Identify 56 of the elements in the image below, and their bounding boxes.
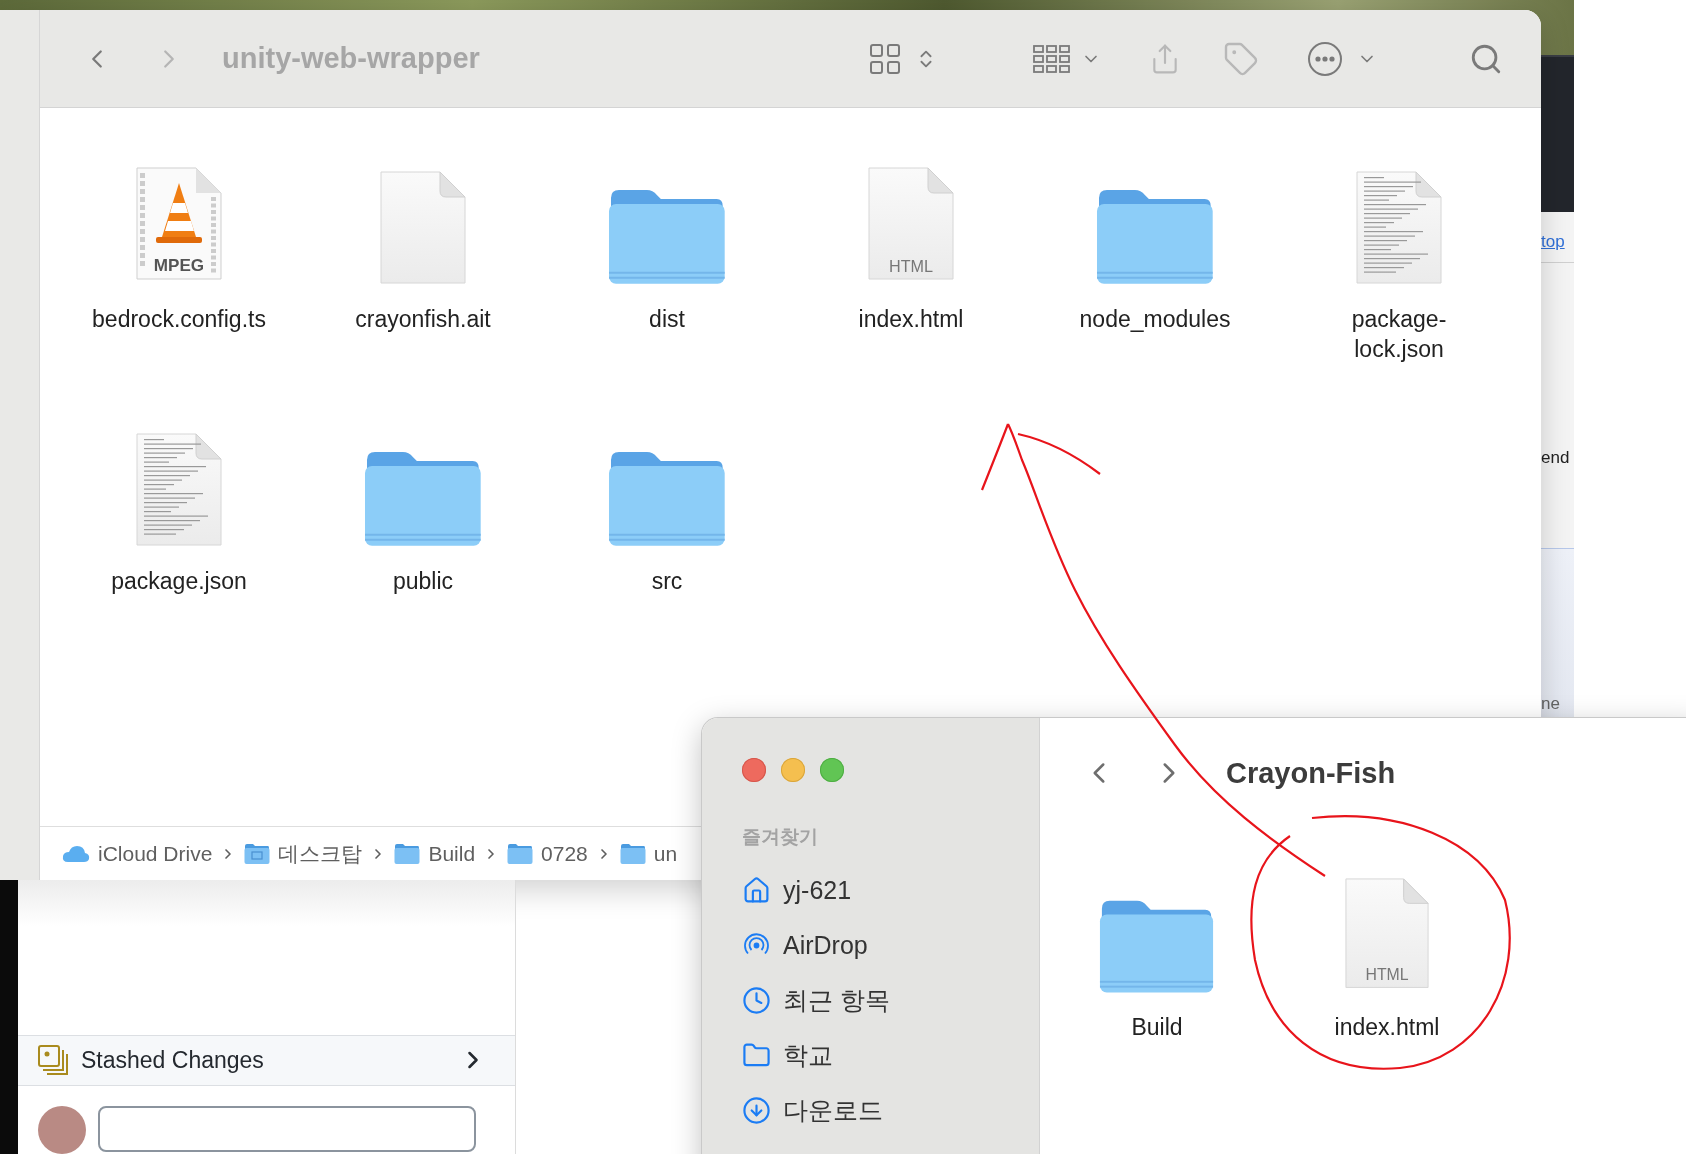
- file-name: bedrock.config.ts: [92, 305, 266, 334]
- avatar: [38, 1106, 86, 1154]
- close-button[interactable]: [742, 758, 766, 782]
- file-name: node_modules: [1079, 305, 1231, 334]
- sidebar-item[interactable]: AirDrop: [742, 918, 1039, 973]
- sidebar-item[interactable]: 다운로드: [742, 1083, 1039, 1138]
- sidebar-item[interactable]: 학교: [742, 1028, 1039, 1083]
- desktop-folder-icon: [244, 842, 271, 865]
- file-name: index.html: [1334, 1013, 1440, 1042]
- folder-icon: [507, 842, 534, 865]
- file-name: public: [392, 566, 454, 596]
- text-fragment: ne: [1541, 694, 1561, 714]
- clock-icon: [742, 986, 771, 1015]
- tag-button[interactable]: [1223, 40, 1259, 77]
- stashed-changes-label: Stashed Changes: [81, 1046, 265, 1074]
- group-icon: [1033, 44, 1071, 73]
- sidebar-item[interactable]: yj-621: [742, 863, 1039, 918]
- file-type-label: HTML: [1364, 966, 1410, 984]
- grid-icon: [869, 42, 901, 75]
- stashed-changes-row[interactable]: Stashed Changes: [18, 1034, 515, 1086]
- text-document-icon: [134, 430, 224, 548]
- folder-icon: [394, 842, 421, 865]
- file-name: index.html: [858, 305, 964, 334]
- file-name: src: [651, 566, 683, 596]
- path-item[interactable]: 0728: [541, 841, 588, 866]
- file-name: package.json: [111, 566, 247, 596]
- document-icon: [378, 169, 468, 286]
- path-item[interactable]: un: [653, 841, 678, 866]
- tag-icon: [1223, 40, 1259, 77]
- document-icon: [866, 165, 956, 282]
- traffic-cone-document-icon: [134, 165, 224, 282]
- minimize-button[interactable]: [781, 758, 805, 782]
- file-name: Build: [1131, 1013, 1183, 1042]
- file-name: crayonfish.ait: [355, 305, 491, 334]
- file-type-label: MPEG: [152, 256, 206, 276]
- more-icon: [1307, 40, 1343, 77]
- path-item[interactable]: Build: [428, 841, 476, 866]
- text-fragment: end: [1541, 448, 1571, 468]
- zoom-button[interactable]: [820, 758, 844, 782]
- stack-icon: [37, 1044, 69, 1077]
- document-icon: [1343, 875, 1431, 990]
- download-icon: [742, 1096, 771, 1125]
- sidebar-item[interactable]: 최근 항목: [742, 973, 1039, 1028]
- window-title: Crayon-Fish: [1226, 756, 1396, 790]
- file-name: package-lock.json: [1351, 305, 1447, 365]
- text-document-icon: [1354, 169, 1444, 286]
- cloud-icon: [62, 844, 90, 863]
- summary-field[interactable]: [98, 1106, 476, 1152]
- file-type-label: HTML: [887, 257, 935, 276]
- path-item[interactable]: 데스크탑: [278, 839, 363, 868]
- home-icon: [742, 876, 771, 905]
- folder-icon: [619, 842, 646, 865]
- sidebar-heading: 즐겨찾기: [742, 825, 819, 849]
- file-name: dist: [649, 305, 685, 334]
- window-title: unity-web-wrapper: [222, 42, 480, 75]
- path-item[interactable]: iCloud Drive: [98, 841, 213, 866]
